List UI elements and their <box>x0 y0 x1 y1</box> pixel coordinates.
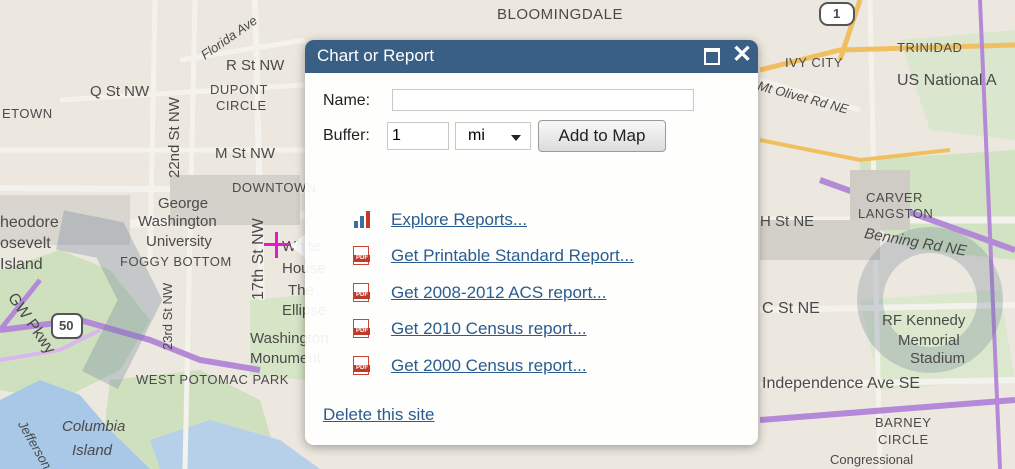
pdf-icon: PDF <box>353 319 371 339</box>
map-label-circle: CIRCLE <box>216 98 267 113</box>
map-label-us-national: US National A <box>897 72 997 89</box>
map-label-rf-kennedy-1: RF Kennedy <box>882 312 966 329</box>
map-label-r-st-nw: R St NW <box>226 57 285 74</box>
map-label-h-st-ne: H St NE <box>760 213 815 230</box>
acs-report-link[interactable]: Get 2008-2012 ACS report... <box>391 283 606 303</box>
report-item-census-2000[interactable]: PDF Get 2000 Census report... <box>353 356 643 380</box>
buffer-input[interactable] <box>387 122 449 150</box>
map-label-georgetown: ETOWN <box>2 106 53 121</box>
explore-reports-link[interactable]: Explore Reports... <box>391 210 527 230</box>
pdf-icon: PDF <box>353 246 371 266</box>
map-label-barney: BARNEY <box>875 415 932 430</box>
map-label-m-st-nw: M St NW <box>215 145 275 162</box>
map-label-west-potomac: WEST POTOMAC PARK <box>136 372 289 387</box>
map-label-congressional: Congressional <box>830 452 914 467</box>
map-label-foggy-bottom: FOGGY BOTTOM <box>120 254 232 269</box>
map-label-23rd-st: 23rd St NW <box>160 282 175 350</box>
map-label-downtown: DOWNTOWN <box>232 180 317 195</box>
map-label-independence: Independence Ave SE <box>762 375 921 392</box>
report-item-census-2010[interactable]: PDF Get 2010 Census report... <box>353 319 643 343</box>
map-label-rf-kennedy-3: Stadium <box>910 350 966 367</box>
map-label-island: Island <box>0 256 43 273</box>
census-2010-report-link[interactable]: Get 2010 Census report... <box>391 319 587 339</box>
popup-title: Chart or Report <box>317 46 435 65</box>
map-label-theodore: heodore <box>0 214 59 231</box>
route-1-shield: 1 <box>833 6 841 21</box>
map-label-rf-kennedy-2: Memorial <box>898 332 960 349</box>
report-item-standard[interactable]: PDF Get Printable Standard Report... <box>353 246 693 270</box>
census-2000-report-link[interactable]: Get 2000 Census report... <box>391 356 587 376</box>
pdf-icon: PDF <box>353 356 371 376</box>
delete-site-link[interactable]: Delete this site <box>323 405 435 425</box>
bar-chart-icon <box>353 210 373 230</box>
report-item-acs[interactable]: PDF Get 2008-2012 ACS report... <box>353 283 663 307</box>
site-marker[interactable] <box>264 232 290 258</box>
name-label: Name: <box>323 92 371 109</box>
close-icon[interactable]: ✕ <box>731 42 753 68</box>
map-label-columbia-island: Island <box>72 442 113 459</box>
buffer-unit-select[interactable]: mi <box>455 122 531 150</box>
add-to-map-button[interactable]: Add to Map <box>538 120 666 152</box>
map-label-roosevelt: osevelt <box>0 235 51 252</box>
map-label-george: George <box>158 195 209 212</box>
map-label-langston: LANGSTON <box>858 206 934 221</box>
map-label-university: University <box>146 233 212 250</box>
map-label-q-st-nw: Q St NW <box>90 83 150 100</box>
chevron-down-icon <box>511 135 521 141</box>
map-label-22nd-st: 22nd St NW <box>166 97 183 178</box>
popup-header: Chart or Report ✕ <box>305 40 758 73</box>
route-50-shield: 50 <box>59 318 74 333</box>
buffer-label: Buffer: <box>323 127 370 144</box>
maximize-icon[interactable] <box>704 48 720 65</box>
map-label-trinidad: TRINIDAD <box>897 40 963 55</box>
map-label-17th-st: 17th St NW <box>250 218 267 300</box>
map-label-c-st-ne: C St NE <box>762 300 820 317</box>
printable-standard-report-link[interactable]: Get Printable Standard Report... <box>391 246 634 266</box>
report-item-explore[interactable]: Explore Reports... <box>353 210 613 234</box>
buffer-unit-value: mi <box>468 127 485 144</box>
map-label-bloomingdale: BLOOMINGDALE <box>497 6 624 23</box>
map-label-carver: CARVER <box>866 190 923 205</box>
map-label-barney-circle: CIRCLE <box>878 432 929 447</box>
map-label-ivy-city: IVY CITY <box>785 55 843 70</box>
name-input[interactable] <box>392 89 694 111</box>
map-label-columbia: Columbia <box>62 418 126 435</box>
chart-or-report-popup: Chart or Report ✕ Name: Buffer: mi Add t… <box>305 40 758 445</box>
pdf-icon: PDF <box>353 283 371 303</box>
map-label-dupont: DUPONT <box>210 82 268 97</box>
map-label-washington: Washington <box>138 213 217 230</box>
